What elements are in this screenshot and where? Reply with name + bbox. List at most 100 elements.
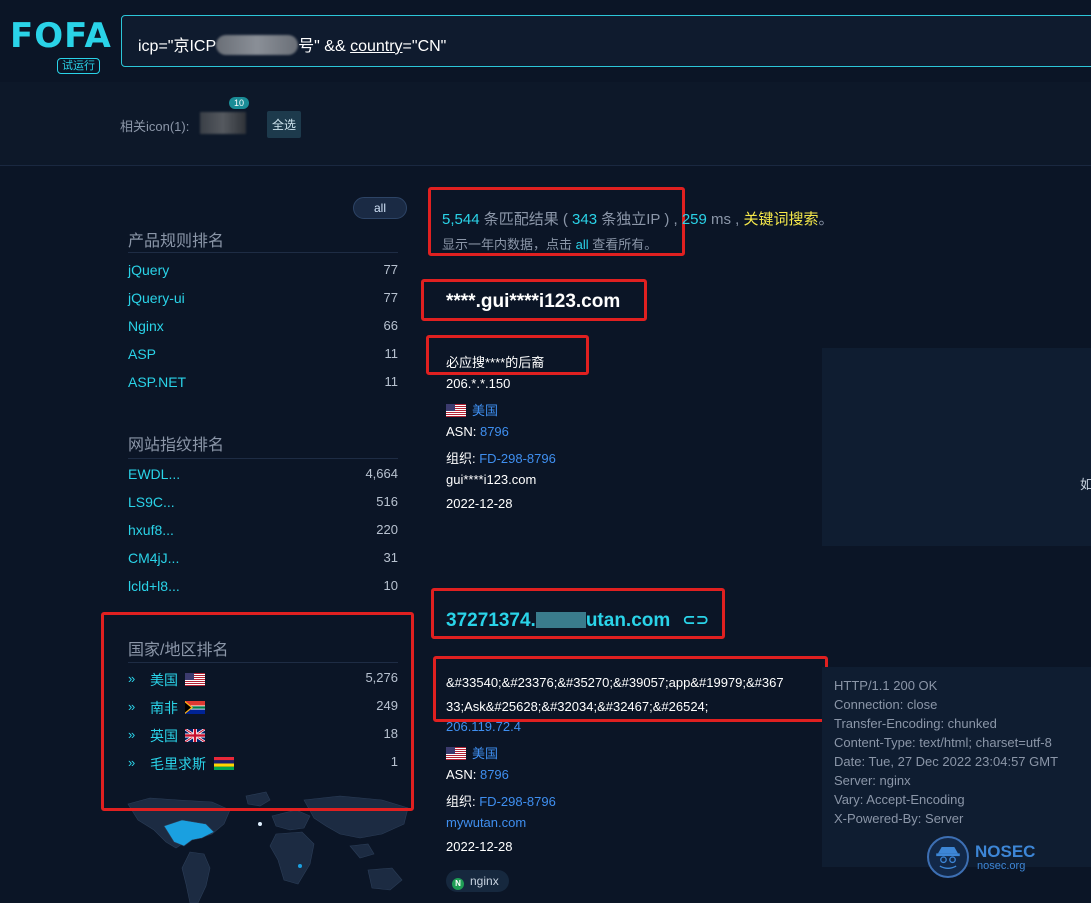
- fingerprint-row[interactable]: hxuf8... 220: [128, 522, 398, 542]
- fingerprint-ranking-title: 网站指纹排名: [128, 437, 225, 454]
- host-suffix: utan.com: [585, 610, 671, 631]
- nosec-watermark: NOSEC nosec.org: [927, 836, 1047, 880]
- link-icon[interactable]: ⊂⊃: [682, 610, 709, 630]
- result-2-title: &#33540;&#23376;&#35270;&#39057;app&#199…: [446, 675, 784, 714]
- divider: [128, 252, 398, 253]
- result-2-date: 2022-12-28: [446, 839, 513, 854]
- fingerprint-name[interactable]: hxuf8...: [128, 522, 174, 538]
- org-link[interactable]: FD-298-8796: [479, 451, 556, 466]
- result-1-header-panel: [822, 348, 1091, 546]
- result-1-domain[interactable]: gui****i123.com: [446, 472, 536, 487]
- stats-subtext: 显示一年内数据，点击 all 查看所有。: [442, 234, 657, 253]
- result-1-org: 组织: FD-298-8796: [446, 448, 556, 467]
- results-count: 5,544: [442, 211, 480, 228]
- product-row[interactable]: ASP.NET 11: [128, 374, 398, 394]
- http-header-line: Vary: Accept-Encoding: [834, 792, 965, 807]
- product-name[interactable]: jQuery-ui: [128, 290, 185, 306]
- favicon-thumbnail-icon[interactable]: [200, 112, 246, 134]
- fingerprint-count: 10: [383, 578, 398, 593]
- result-2-asn: ASN: 8796: [446, 767, 509, 782]
- product-name[interactable]: ASP.NET: [128, 374, 186, 390]
- search-input[interactable]: icp="京ICP 号" && country="CN": [121, 15, 1091, 67]
- beta-badge: 试运行: [57, 58, 100, 74]
- product-name[interactable]: ASP: [128, 346, 156, 362]
- result-1-date: 2022-12-28: [446, 496, 513, 511]
- watermark-title: NOSEC: [975, 842, 1036, 861]
- fingerprint-row[interactable]: LS9C... 516: [128, 494, 398, 514]
- product-row[interactable]: jQuery-ui 77: [128, 290, 398, 310]
- result-2-host[interactable]: 37271374. utan.com ⊂⊃: [446, 610, 709, 632]
- fingerprint-name[interactable]: EWDL...: [128, 466, 180, 482]
- http-header-line: Date: Tue, 27 Dec 2022 23:04:57 GMT: [834, 754, 1059, 769]
- product-name[interactable]: Nginx: [128, 318, 164, 334]
- product-name[interactable]: jQuery: [128, 262, 169, 278]
- product-row[interactable]: jQuery 77: [128, 262, 398, 282]
- product-row[interactable]: Nginx 66: [128, 318, 398, 338]
- domain-link[interactable]: mywutan.com: [446, 815, 526, 830]
- fingerprint-name[interactable]: lcld+l8...: [128, 578, 180, 594]
- result-2-domain[interactable]: mywutan.com: [446, 815, 526, 830]
- query-part-3: country: [350, 38, 403, 55]
- spy-icon: [936, 847, 960, 869]
- fingerprint-count: 516: [376, 494, 398, 509]
- fingerprint-row[interactable]: EWDL... 4,664: [128, 466, 398, 486]
- result-1-host[interactable]: ****.gui****i123.com: [446, 291, 620, 313]
- product-count: 11: [384, 374, 399, 389]
- logo-text: FOFA: [10, 16, 112, 56]
- fingerprint-count: 220: [376, 522, 398, 537]
- fingerprint-name[interactable]: CM4jJ...: [128, 550, 179, 566]
- stats-end: 。: [818, 211, 834, 228]
- result-stats: 5,544 条匹配结果 ( 343 条独立IP ) , 259 ms , 关键词…: [442, 208, 834, 229]
- icon-count-badge: 10: [229, 97, 250, 109]
- org-label: 组织:: [446, 794, 480, 809]
- asn-link[interactable]: 8796: [480, 767, 509, 782]
- divider: [128, 458, 398, 459]
- nginx-tag[interactable]: Nnginx: [446, 870, 509, 892]
- fingerprint-row[interactable]: lcld+l8... 10: [128, 578, 398, 598]
- country-link[interactable]: 美国: [472, 403, 498, 418]
- ip-link[interactable]: 206.119.72.4: [446, 719, 521, 734]
- asn-link[interactable]: 8796: [480, 424, 509, 439]
- fingerprint-count: 4,664: [365, 466, 398, 481]
- all-toggle-button[interactable]: all: [353, 197, 407, 219]
- http-header-line: Transfer-Encoding: chunked: [834, 716, 997, 731]
- http-header-line: X-Powered-By: Server: [834, 811, 964, 826]
- redacted-mask: [535, 612, 586, 628]
- keyword-search-link[interactable]: 关键词搜索: [744, 211, 819, 228]
- fofa-logo[interactable]: FOFA 试运行: [10, 16, 112, 76]
- ip-count: 343: [572, 211, 598, 228]
- query-part-4: ="CN": [402, 38, 447, 55]
- annotation-box: [101, 612, 414, 811]
- tag-label: nginx: [470, 874, 499, 888]
- fingerprint-row[interactable]: CM4jJ... 31: [128, 550, 398, 570]
- result-2-ip[interactable]: 206.119.72.4: [446, 719, 521, 734]
- product-count: 77: [383, 262, 398, 277]
- time-label: ms ,: [706, 211, 744, 228]
- result-1-ip: 206.*.*.150: [446, 376, 511, 391]
- org-link[interactable]: FD-298-8796: [479, 794, 556, 809]
- result-1-country[interactable]: 美国: [446, 400, 498, 419]
- panel-text-fragment: 如: [1080, 477, 1091, 492]
- http-header-line: Server: nginx: [834, 773, 911, 788]
- nginx-icon: N: [452, 878, 464, 890]
- result-1-asn: ASN: 8796: [446, 424, 509, 439]
- country-link[interactable]: 美国: [472, 746, 498, 761]
- asn-label: ASN:: [446, 767, 480, 782]
- search-query[interactable]: icp="京ICP 号" && country="CN": [138, 32, 446, 56]
- select-all-button[interactable]: 全选: [267, 111, 302, 138]
- http-header-line: Content-Type: text/html; charset=utf-8: [834, 735, 1052, 750]
- product-count: 66: [383, 318, 398, 333]
- results-label: 条匹配结果 (: [479, 211, 573, 228]
- nosec-logo-icon: [927, 836, 969, 878]
- redacted-mask: [216, 35, 299, 55]
- show-all-link[interactable]: all: [576, 237, 589, 252]
- result-2-country[interactable]: 美国: [446, 743, 498, 762]
- product-count: 11: [384, 346, 399, 361]
- us-flag-icon: [446, 747, 466, 760]
- result-2-org: 组织: FD-298-8796: [446, 791, 556, 810]
- header: FOFA 试运行 icp="京ICP 号" && country="CN": [0, 0, 1091, 82]
- http-header-line: Connection: close: [834, 697, 938, 712]
- fingerprint-name[interactable]: LS9C...: [128, 494, 175, 510]
- product-row[interactable]: ASP 11: [128, 346, 398, 366]
- asn-label: ASN:: [446, 424, 480, 439]
